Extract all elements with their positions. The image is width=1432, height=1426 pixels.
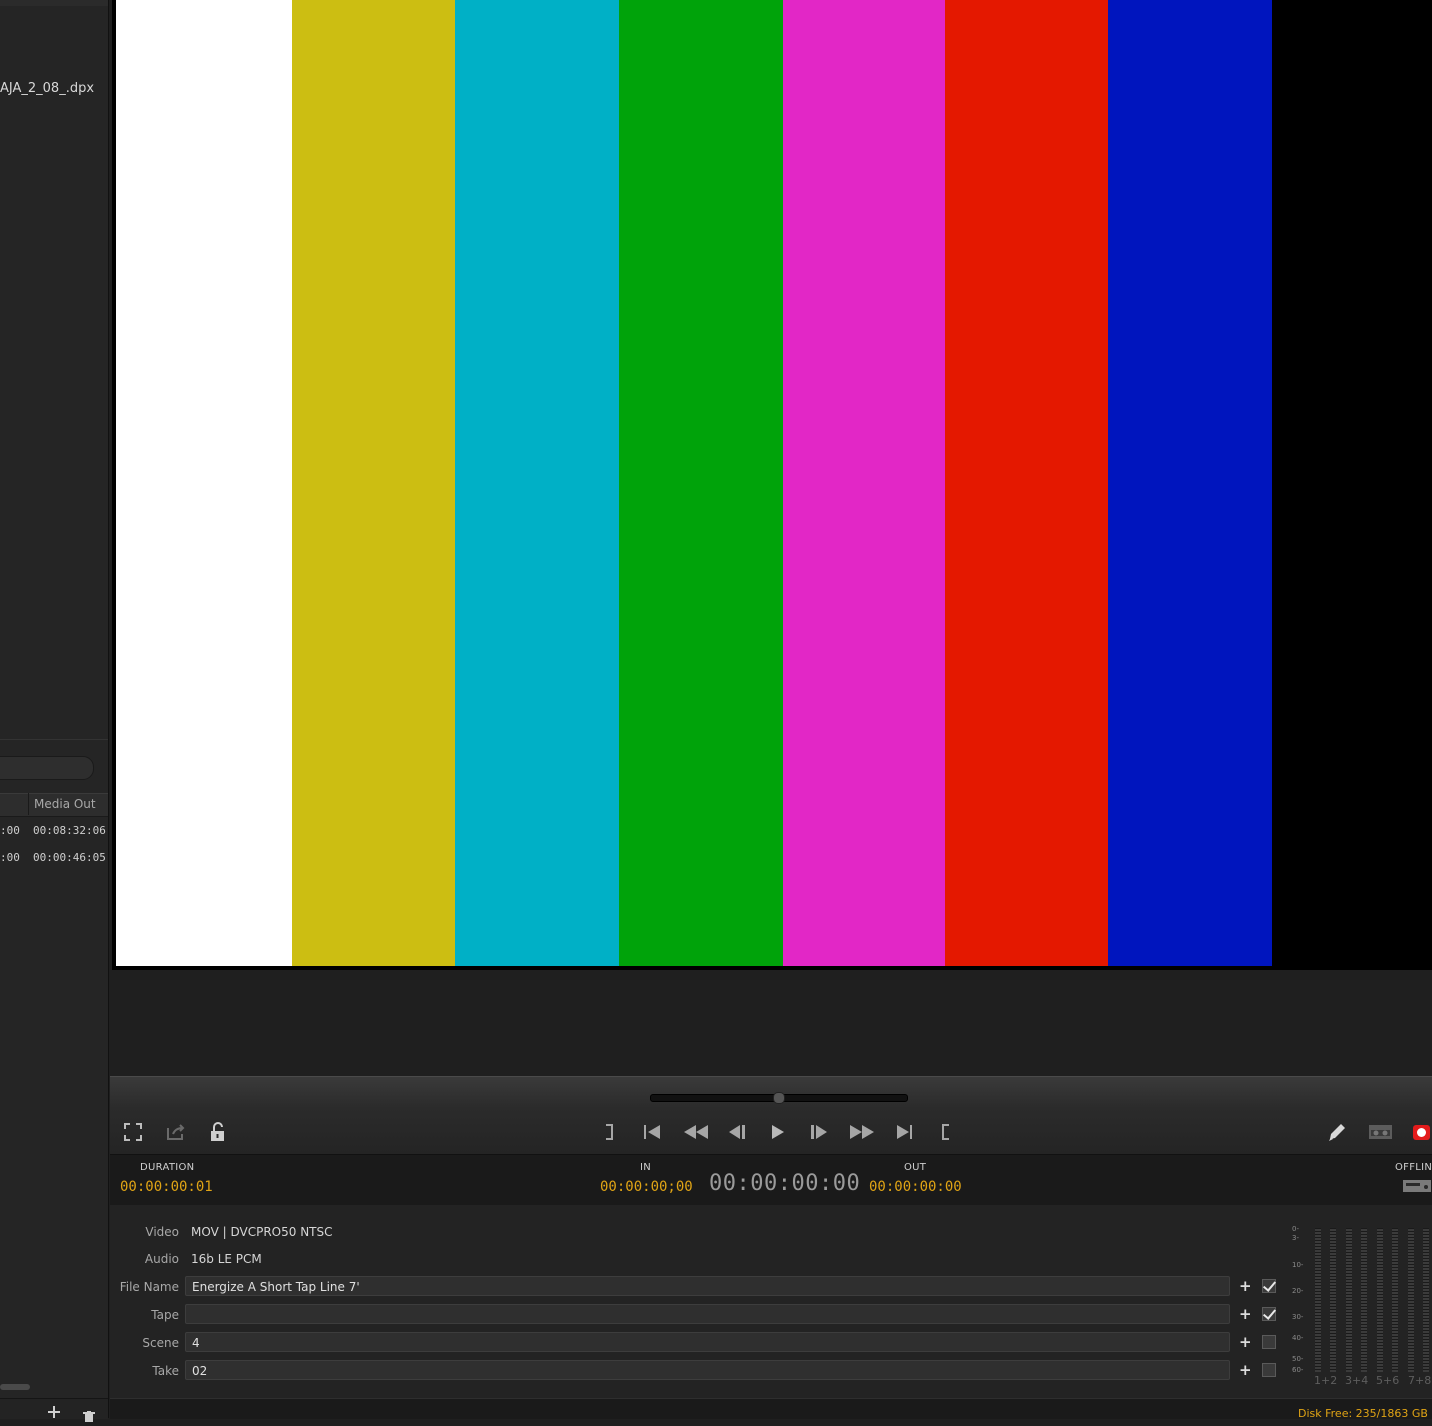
mark-in-icon[interactable]	[939, 1122, 961, 1142]
audio-meter-ch4	[1361, 1228, 1367, 1372]
audio-label: Audio	[144, 1252, 179, 1266]
video-format-value: MOV | DVCPRO50 NTSC	[191, 1225, 333, 1239]
add-icon[interactable]	[48, 1406, 60, 1418]
in-timecode[interactable]: 00:00:00;00	[600, 1179, 693, 1195]
tape-increment-button[interactable]: +	[1239, 1307, 1252, 1322]
meter-tick-label: 0-	[1292, 1225, 1299, 1233]
scene-checkbox[interactable]	[1262, 1335, 1276, 1349]
tape-checkbox[interactable]	[1262, 1307, 1276, 1321]
step-back-icon[interactable]	[726, 1122, 748, 1142]
meter-tick-label: 60-	[1292, 1366, 1304, 1374]
table-row-1-media-in[interactable]: :00	[0, 824, 20, 837]
go-to-end-icon[interactable]	[894, 1122, 916, 1142]
tape-input[interactable]	[185, 1304, 1230, 1324]
audio-meter-ch2	[1330, 1228, 1336, 1372]
lock-open-icon[interactable]	[209, 1122, 231, 1142]
trash-icon[interactable]	[83, 1407, 95, 1426]
color-bar-5	[783, 0, 945, 966]
record-icon[interactable]	[1412, 1122, 1432, 1142]
file-name-checkbox[interactable]	[1262, 1279, 1276, 1293]
audio-meter-ch7	[1408, 1228, 1414, 1372]
export-icon[interactable]	[165, 1122, 187, 1142]
color-bar-2	[292, 0, 455, 966]
table-row-2-media-out[interactable]: 00:00:46:05	[33, 851, 106, 864]
play-icon[interactable]	[768, 1122, 790, 1142]
fast-forward-icon[interactable]	[848, 1122, 874, 1142]
tape-label: Tape	[151, 1308, 179, 1322]
clip-search-input[interactable]	[0, 756, 94, 780]
meter-tick-label: 30-	[1292, 1313, 1304, 1321]
browser-top-strip	[0, 0, 108, 6]
browser-divider	[0, 739, 108, 740]
selected-clip-name[interactable]: AJA_2_08_.dpx	[0, 81, 94, 96]
file-name-increment-button[interactable]: +	[1239, 1279, 1252, 1294]
meter-tick-label: 3-	[1292, 1234, 1299, 1242]
file-name-label: File Name	[119, 1280, 179, 1294]
audio-meter-ch8	[1423, 1228, 1429, 1372]
audio-meter-ch3	[1346, 1228, 1352, 1372]
disk-free-status: Disk Free: 235/1863 GB	[1298, 1407, 1428, 1420]
duration-timecode: 00:00:00:01	[120, 1179, 213, 1195]
in-label: IN	[640, 1162, 652, 1173]
duration-label: DURATION	[140, 1162, 195, 1173]
audio-meter-ch6	[1392, 1228, 1398, 1372]
meter-channel-label: 3+4	[1345, 1374, 1369, 1387]
meter-tick-label: 10-	[1292, 1261, 1304, 1269]
meter-channel-label: 1+2	[1314, 1374, 1338, 1387]
color-bar-1	[116, 0, 292, 966]
browser-horizontal-scrollbar[interactable]	[0, 1384, 30, 1390]
scene-label: Scene	[142, 1336, 179, 1350]
transport-bar	[110, 1076, 1432, 1155]
file-name-input[interactable]: Energize A Short Tap Line 7'	[185, 1276, 1230, 1296]
column-separator[interactable]	[28, 793, 29, 815]
take-increment-button[interactable]: +	[1239, 1363, 1252, 1378]
audio-meter-ch5	[1377, 1228, 1383, 1372]
video-label: Video	[145, 1225, 179, 1239]
meter-tick-label: 50-	[1292, 1355, 1304, 1363]
color-bars-image	[116, 0, 1272, 966]
tape-icon[interactable]	[1368, 1122, 1394, 1142]
out-label: OUT	[904, 1162, 927, 1173]
fullscreen-icon[interactable]	[123, 1122, 145, 1142]
go-to-start-icon[interactable]	[642, 1122, 664, 1142]
scene-input[interactable]: 4	[185, 1332, 1230, 1352]
out-timecode[interactable]: 00:00:00:00	[869, 1179, 962, 1195]
color-bar-4	[619, 0, 783, 966]
mark-out-icon[interactable]	[602, 1122, 624, 1142]
table-row-1-media-out[interactable]: 00:08:32:06	[33, 824, 106, 837]
meter-channel-label: 7+8	[1408, 1374, 1432, 1387]
scene-increment-button[interactable]: +	[1239, 1335, 1252, 1350]
deck-icon	[1402, 1178, 1432, 1198]
audio-format-value: 16b LE PCM	[191, 1252, 262, 1266]
take-label: Take	[152, 1364, 179, 1378]
offline-label: OFFLINE	[1395, 1162, 1432, 1173]
pencil-icon[interactable]	[1327, 1122, 1349, 1142]
table-row-2-media-in[interactable]: :00	[0, 851, 20, 864]
status-bar	[110, 1398, 1432, 1419]
rewind-icon[interactable]	[682, 1122, 708, 1142]
scrub-handle[interactable]	[773, 1092, 785, 1104]
column-header-media-out[interactable]: Media Out	[34, 797, 96, 811]
meter-channel-label: 5+6	[1376, 1374, 1400, 1387]
audio-meter-ch1	[1315, 1228, 1321, 1372]
take-checkbox[interactable]	[1262, 1363, 1276, 1377]
clip-browser-panel	[0, 0, 109, 1418]
current-timecode[interactable]: 00:00:00:00	[709, 1171, 860, 1196]
color-bar-6	[945, 0, 1108, 966]
take-input[interactable]: 02	[185, 1360, 1230, 1380]
color-bar-7	[1108, 0, 1272, 966]
meter-tick-label: 40-	[1292, 1334, 1304, 1342]
meter-tick-label: 20-	[1292, 1287, 1304, 1295]
step-forward-icon[interactable]	[808, 1122, 830, 1142]
color-bar-3	[455, 0, 619, 966]
